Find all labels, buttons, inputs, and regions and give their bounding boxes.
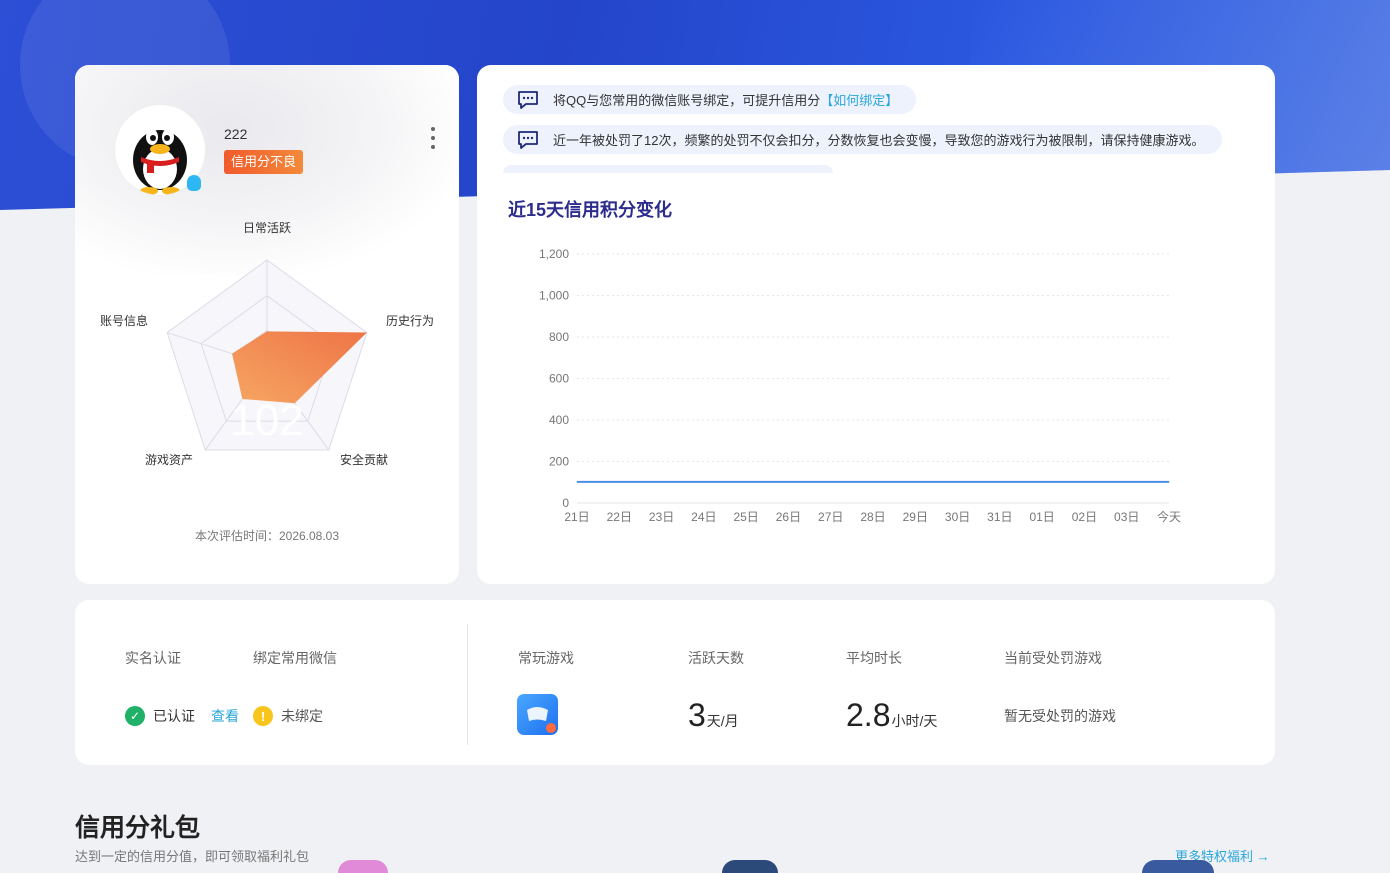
evaluation-time: 本次评估时间：2026.08.03 xyxy=(194,529,340,543)
gift-thumbnail[interactable] xyxy=(338,860,388,873)
penalty-value: 暂无受处罚的游戏 xyxy=(1004,708,1116,724)
notice-penalty-warning: 近一年被处罚了12次，频繁的处罚不仅会扣分，分数恢复也会变慢，导致您的游戏行为被… xyxy=(503,125,1223,154)
x-tick-label: 01日 xyxy=(1029,510,1054,524)
y-tick-label: 400 xyxy=(549,413,569,427)
y-tick-label: 0 xyxy=(562,496,569,510)
radar-label-daily: 日常活跃 xyxy=(243,221,291,235)
chart-data-point xyxy=(872,481,874,483)
x-tick-label: 21日 xyxy=(564,510,589,524)
x-tick-label: 27日 xyxy=(818,510,843,524)
chart-data-point xyxy=(1168,481,1170,483)
x-tick-label: 02日 xyxy=(1072,510,1097,524)
x-tick-label: 26日 xyxy=(776,510,801,524)
game-app-icon[interactable] xyxy=(517,694,558,735)
x-tick-label: 今天 xyxy=(1157,509,1181,524)
x-tick-label: 31日 xyxy=(987,510,1012,524)
view-link[interactable]: 查看 xyxy=(211,706,239,726)
chart-data-point xyxy=(618,481,620,483)
avg-duration-value: 2.8 xyxy=(846,697,891,733)
notice-text: 将QQ与您常用的微信账号绑定，可提升信用分 xyxy=(553,93,821,108)
radar-label-security: 安全贡献 xyxy=(340,452,388,467)
radar-label-history: 历史行为 xyxy=(386,314,434,328)
chart-data-point xyxy=(999,481,1001,483)
realname-status: ✓ 已认证 查看 xyxy=(125,706,239,726)
warning-icon: ! xyxy=(253,706,273,726)
credit-radar-chart: 102 日常活跃 历史行为 安全贡献 游戏资产 账号信息 xyxy=(100,221,434,467)
notice-text: 近一年被处罚了12次，频繁的处罚不仅会扣分，分数恢复也会变慢，导致您的游戏行为被… xyxy=(553,133,1205,148)
more-options-icon[interactable] xyxy=(427,127,439,149)
gift-section-title: 信用分礼包 xyxy=(75,814,201,842)
avg-duration-label: 平均时长 xyxy=(846,650,902,666)
wechat-status: ! 未绑定 xyxy=(253,706,323,726)
active-days-unit: 天/月 xyxy=(706,713,739,729)
chart-data-point xyxy=(745,481,747,483)
y-tick-label: 1,000 xyxy=(539,289,569,303)
y-tick-label: 200 xyxy=(549,455,569,469)
realname-status-text: 已认证 xyxy=(153,708,195,724)
chart-title: 近15天信用积分变化 xyxy=(508,200,673,220)
gamepad-icon xyxy=(527,707,556,733)
gift-thumbnail[interactable] xyxy=(722,860,778,873)
chart-data-point xyxy=(1041,481,1043,483)
chart-data-point xyxy=(957,481,959,483)
active-days-value: 3 xyxy=(688,697,706,733)
username: 222 xyxy=(224,126,248,142)
how-to-bind-link[interactable]: 【如何绑定】 xyxy=(820,90,898,109)
credit-line-chart: 0 200 400 600 800 1,000 1,200 21日 22日 23日 24日 25日 2… xyxy=(539,247,1181,524)
message-icon xyxy=(518,90,538,109)
x-tick-label: 03日 xyxy=(1114,510,1139,524)
credit-score: 102 xyxy=(230,396,303,445)
check-icon: ✓ xyxy=(125,706,145,726)
message-icon xyxy=(518,130,538,149)
profile-card: 222 信用分不良 102 日常活跃 历史行为 安全贡献 游戏资产 账号信息 本… xyxy=(75,65,459,584)
x-tick-label: 24日 xyxy=(691,510,716,524)
x-tick-label: 29日 xyxy=(903,510,928,524)
avg-duration-unit: 小时/天 xyxy=(891,713,938,729)
divider xyxy=(467,624,468,745)
chart-data-point xyxy=(703,481,705,483)
chart-data-point xyxy=(1083,481,1085,483)
avg-duration: 2.8小时/天 xyxy=(846,697,937,734)
wechat-status-text: 未绑定 xyxy=(281,708,323,724)
chart-data-point xyxy=(576,481,578,483)
chart-data-point xyxy=(661,481,663,483)
x-tick-label: 23日 xyxy=(649,510,674,524)
notice-scroll-peek xyxy=(503,165,833,173)
active-days: 3天/月 xyxy=(688,697,739,734)
chart-data-point xyxy=(1126,481,1128,483)
radar-label-account: 账号信息 xyxy=(100,313,148,328)
active-days-label: 活跃天数 xyxy=(688,650,744,666)
y-tick-label: 600 xyxy=(549,372,569,386)
y-tick-label: 1,200 xyxy=(539,247,569,261)
gift-thumbnail[interactable] xyxy=(1142,860,1214,873)
stats-card: 实名认证 绑定常用微信 ✓ 已认证 查看 ! 未绑定 常玩游戏 活跃天数 平均时… xyxy=(75,600,1275,765)
gift-section-subtitle: 达到一定的信用分值，即可领取福利礼包 xyxy=(75,849,310,864)
chart-data-point xyxy=(914,481,916,483)
realname-label: 实名认证 xyxy=(125,650,181,666)
radar-label-assets: 游戏资产 xyxy=(145,453,193,467)
credit-trend-card: 将QQ与您常用的微信账号绑定，可提升信用分 【如何绑定】 近一年被处罚了12次，… xyxy=(477,65,1275,584)
chart-data-point xyxy=(830,481,832,483)
x-tick-label: 28日 xyxy=(860,510,885,524)
x-tick-label: 30日 xyxy=(945,510,970,524)
x-tick-label: 22日 xyxy=(607,510,632,524)
frequent-game-label: 常玩游戏 xyxy=(518,650,574,666)
y-tick-label: 800 xyxy=(549,330,569,344)
credit-status-badge: 信用分不良 xyxy=(224,150,304,174)
wechat-label: 绑定常用微信 xyxy=(253,650,337,666)
penalty-label: 当前受处罚游戏 xyxy=(1004,650,1102,666)
notice-bind-wechat: 将QQ与您常用的微信账号绑定，可提升信用分 【如何绑定】 xyxy=(503,85,917,114)
qq-user-icon xyxy=(187,175,201,191)
chart-data-point xyxy=(787,481,789,483)
x-tick-label: 25日 xyxy=(733,510,758,524)
